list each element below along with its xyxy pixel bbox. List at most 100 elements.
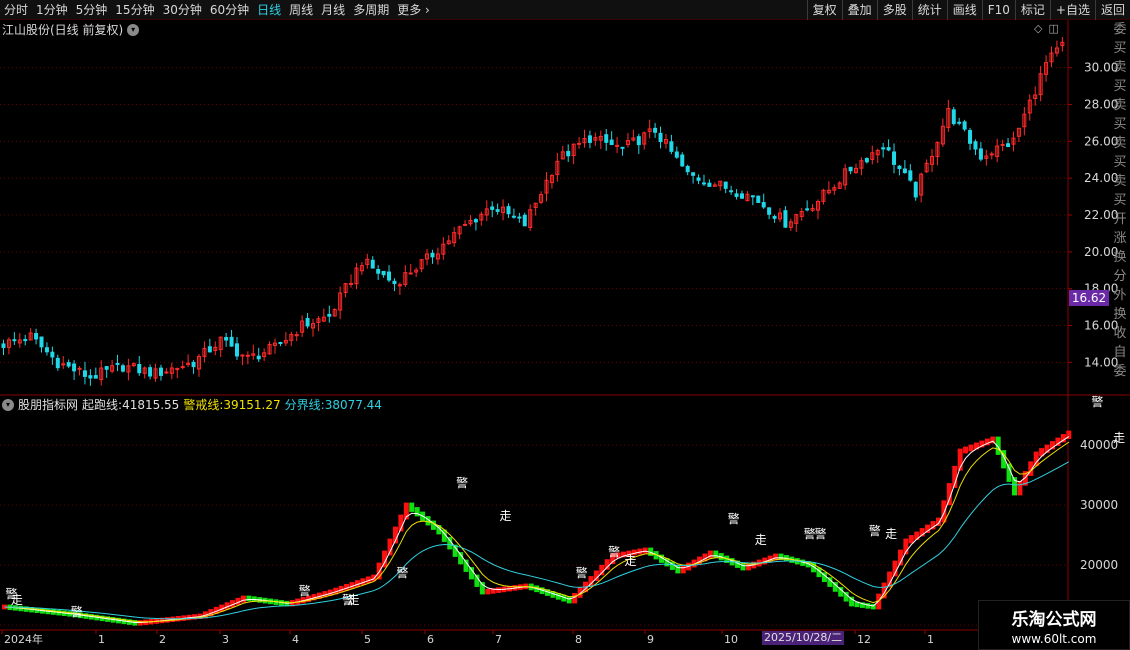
candle-body	[620, 146, 625, 149]
candle-body	[463, 223, 468, 226]
candle-body	[256, 355, 261, 360]
chevron-down-icon[interactable]: ▾	[127, 24, 140, 36]
candle-body	[696, 177, 701, 181]
indicator-bar	[963, 446, 969, 454]
candle-body	[376, 269, 381, 274]
candle-body	[1000, 143, 1005, 146]
side-strip-char: 委	[1113, 364, 1127, 379]
chevron-down-icon[interactable]: ▾	[2, 399, 14, 411]
current-price-badge: 16.62	[1069, 290, 1109, 306]
side-strip-char: 买	[1113, 193, 1127, 208]
side-strip-char: 涨	[1113, 231, 1127, 246]
indicator-marker-warn: 警	[396, 565, 408, 580]
indicator-item-boundary-value: 38077.44	[324, 398, 382, 412]
side-panel-strip[interactable]: 委买卖买卖买卖买卖买开涨换分外换收自委	[1110, 20, 1130, 630]
indicator-name: 股朋指标网	[18, 398, 79, 412]
candle-body	[636, 136, 641, 146]
indicator-bar	[593, 570, 599, 581]
indicator-line-warn	[4, 441, 1070, 623]
indicator-marker-warn: 警	[576, 565, 588, 580]
candle-body	[229, 336, 234, 347]
candle-body	[674, 151, 679, 158]
diamond-icon[interactable]: ◇	[1034, 22, 1042, 35]
candle-body	[886, 147, 891, 151]
window-toggle-icon[interactable]: ◫	[1048, 22, 1058, 35]
indicator-bar	[968, 444, 974, 452]
indicator-bar	[496, 587, 502, 593]
indicator-item-warn-label: 警戒线:	[183, 398, 224, 412]
candle-body	[615, 144, 620, 147]
candle-body	[408, 272, 413, 275]
candle-body	[180, 366, 185, 369]
candle-body	[577, 142, 582, 145]
candle-body	[175, 368, 180, 371]
candle-body	[761, 202, 766, 208]
candle-body	[234, 343, 239, 357]
time-axis-label: 9	[647, 633, 654, 646]
candle-body	[669, 141, 674, 152]
side-strip-char: 卖	[1113, 136, 1127, 151]
candle-body	[902, 168, 907, 174]
chart-title[interactable]: 江山股份(日线 前复权) ▾	[2, 21, 140, 39]
time-axis-label: 1	[98, 633, 105, 646]
candle-body	[968, 130, 973, 144]
candle-body	[278, 341, 283, 344]
candle-body	[88, 375, 93, 379]
indicator-item-start-label: 起跑线:	[82, 398, 123, 412]
indicator-marker-warn: 警	[299, 583, 311, 598]
candle-body	[370, 259, 375, 269]
candle-body	[680, 154, 685, 167]
indicator-marker-warn: 警	[608, 544, 620, 559]
candle-body	[566, 150, 571, 157]
candle-body	[55, 357, 60, 369]
candle-body	[191, 361, 196, 368]
time-axis-label: 2024年	[4, 632, 43, 646]
candle-body	[978, 148, 983, 160]
candle-body	[495, 209, 500, 212]
candle-body	[387, 271, 392, 281]
candle-body	[82, 370, 87, 377]
indicator-line-start	[4, 436, 1070, 623]
candle-body	[164, 371, 169, 374]
indicator-marker-go: 走	[11, 593, 23, 607]
candle-body	[104, 366, 109, 370]
side-strip-char: 买	[1113, 155, 1127, 170]
candle-body	[685, 165, 690, 173]
candle-body	[962, 121, 967, 130]
indicator-marker-go: 走	[755, 533, 767, 547]
indicator-bar	[599, 564, 605, 576]
candle-body	[473, 219, 478, 223]
side-strip-char: 换	[1113, 250, 1127, 265]
candle-body	[305, 317, 310, 327]
indicator-bar	[240, 595, 246, 603]
candle-body	[44, 347, 49, 353]
candle-body	[653, 127, 658, 133]
time-axis-label: 12	[857, 633, 871, 646]
time-axis-label: 6	[427, 633, 434, 646]
indicator-title[interactable]: ▾ 股朋指标网 起跑线: 41815.55 警戒线: 39151.27 分界线:…	[2, 397, 386, 413]
candle-body	[892, 151, 897, 165]
side-strip-char: 收	[1113, 326, 1127, 341]
stock-title: 江山股份(日线 前复权)	[2, 23, 124, 37]
indicator-marker-go: 走	[348, 593, 360, 607]
candle-body	[77, 367, 82, 370]
indicator-bar	[865, 603, 871, 609]
side-strip-char: 外	[1113, 288, 1127, 303]
candle-body	[39, 336, 44, 348]
candle-body	[739, 193, 744, 199]
candle-body	[327, 313, 332, 317]
chart-corner-icons: ◇ ◫	[1034, 22, 1059, 35]
indicator-bar	[740, 563, 746, 571]
candle-body	[951, 109, 956, 125]
candle-body	[723, 181, 728, 189]
indicator-item-boundary-label: 分界线:	[284, 398, 325, 412]
time-axis-label: 1	[927, 633, 934, 646]
candle-body	[72, 363, 77, 372]
indicator-marker-warn: 警	[728, 511, 740, 526]
candle-body	[224, 337, 229, 341]
candle-body	[148, 367, 153, 377]
candle-body	[522, 214, 527, 227]
indicator-bar	[604, 559, 610, 570]
kline-chart[interactable]: 30.0028.0026.0024.0022.0020.0018.0016.00…	[0, 0, 1130, 650]
watermark: 乐淘公式网 www.60lt.com	[978, 600, 1130, 650]
